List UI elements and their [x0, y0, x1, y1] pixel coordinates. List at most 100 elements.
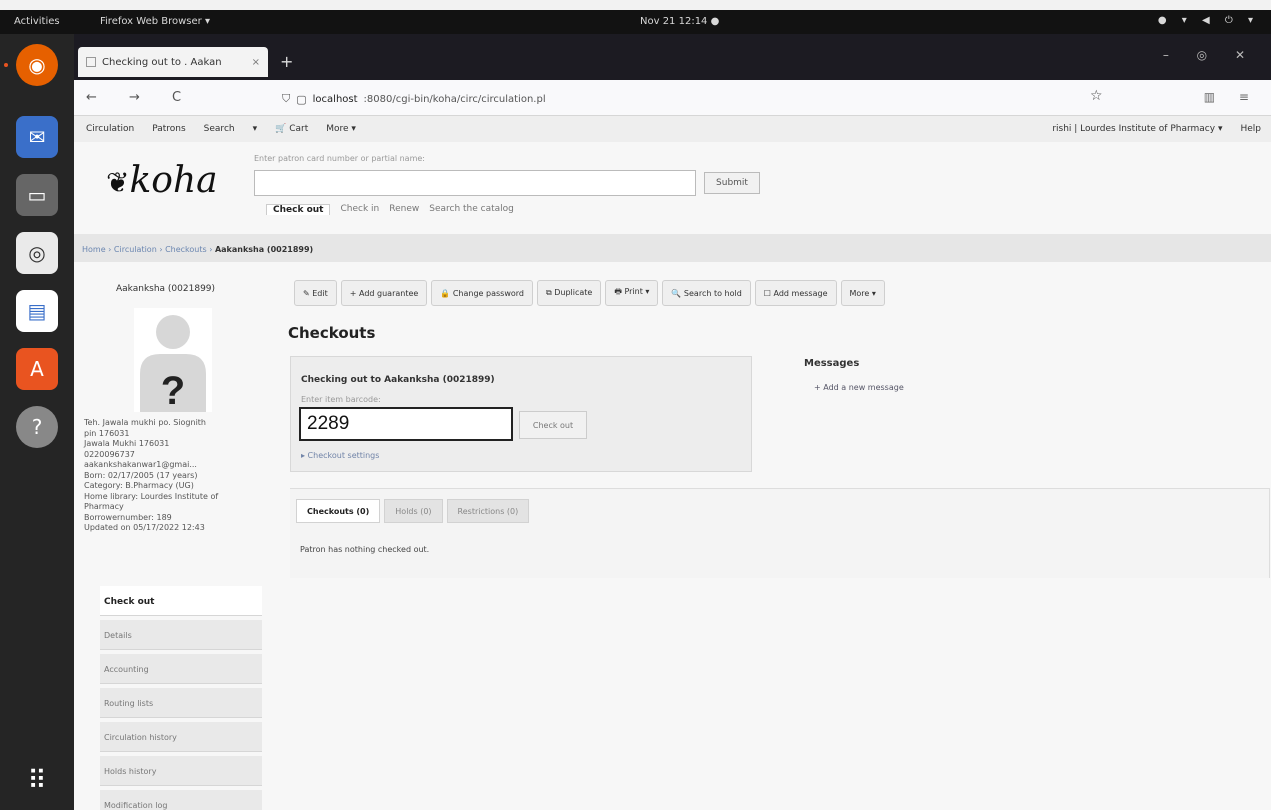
url-path: :8080/cgi-bin/koha/circ/circulation.pl [363, 93, 546, 105]
add-guarantee-button[interactable]: + Add guarantee [340, 280, 428, 306]
koha-logo-text: koha [129, 160, 218, 201]
patron-toolbar: ✎ Edit + Add guarantee 🔒 Change password… [294, 280, 885, 308]
browser-nav-bar: ← → C ⛉ ▢ localhost :8080/cgi-bin/koha/ci… [74, 80, 1271, 116]
circulation-tabs-panel: Checkouts (0) Holds (0) Restrictions (0)… [290, 488, 1270, 578]
duplicate-button[interactable]: ⧉ Duplicate [536, 280, 602, 306]
barcode-label: Enter item barcode: [301, 395, 381, 404]
breadcrumb-circulation[interactable]: Circulation [114, 245, 157, 254]
side-menu-modification-log[interactable]: Modification log [100, 790, 262, 810]
checkout-form: Checking out to Aakanksha (0021899) Ente… [290, 356, 752, 472]
clock[interactable]: Nov 21 12:14 ● [640, 16, 719, 27]
tab-check-out[interactable]: Check out [266, 204, 331, 215]
side-menu-details[interactable]: Details [100, 620, 262, 650]
svg-text:?: ? [161, 369, 185, 412]
url-bar[interactable]: ⛉ ▢ localhost :8080/cgi-bin/koha/circ/cir… [282, 88, 1152, 110]
page-info-icon[interactable]: ▢ [296, 93, 306, 106]
koha-page: Circulation Patrons Search ▾ 🛒 Cart More… [74, 116, 1271, 810]
patron-avatar-icon[interactable]: ? [134, 308, 212, 412]
nav-cart[interactable]: 🛒 Cart [275, 124, 308, 134]
nav-more[interactable]: More ▾ [326, 124, 356, 134]
checkout-heading: Checking out to Aakanksha (0021899) [301, 375, 495, 385]
window-controls[interactable]: – ◎ ✕ [1163, 48, 1257, 62]
breadcrumb-current: Aakanksha (0021899) [214, 245, 314, 254]
nav-help[interactable]: Help [1240, 124, 1261, 134]
main-content: ✎ Edit + Add guarantee 🔒 Change password… [264, 262, 1271, 810]
screen: Activities Firefox Web Browser ▾ Nov 21 … [0, 0, 1271, 810]
patron-search-input[interactable] [254, 170, 696, 196]
patron-home-library: Home library: Lourdes Institute of [84, 491, 219, 501]
rhythmbox-icon[interactable]: ◎ [16, 232, 58, 274]
bookmark-star-icon[interactable]: ☆ [1090, 88, 1103, 104]
checkouts-empty-message: Patron has nothing checked out. [300, 545, 430, 554]
firefox-icon[interactable]: ◉ [16, 44, 58, 86]
tab-holds[interactable]: Holds (0) [384, 499, 443, 523]
koha-leaf-icon: ❦ [106, 166, 130, 199]
patron-side-menu: Check out Details Accounting Routing lis… [100, 586, 262, 810]
activities-button[interactable]: Activities [14, 16, 60, 27]
edit-button[interactable]: ✎ Edit [294, 280, 337, 306]
active-indicator [4, 63, 8, 67]
tab-check-in[interactable]: Check in [340, 204, 379, 215]
logged-in-user[interactable]: rishi | Lourdes Institute of Pharmacy ▾ [1052, 124, 1222, 134]
breadcrumb-separator: › [159, 245, 163, 254]
writer-icon[interactable]: ▤ [16, 290, 58, 332]
check-out-button[interactable]: Check out [519, 411, 587, 439]
app-menu[interactable]: Firefox Web Browser ▾ [100, 16, 210, 27]
more-button[interactable]: More ▾ [840, 280, 885, 306]
side-menu-routing-lists[interactable]: Routing lists [100, 688, 262, 718]
help-icon[interactable]: ? [16, 406, 58, 448]
nav-circulation[interactable]: Circulation [86, 124, 134, 134]
system-tray[interactable]: ● ▾ ◀ ⏻ ▾ [1158, 15, 1259, 26]
side-menu-check-out[interactable]: Check out [100, 586, 262, 616]
new-tab-button[interactable]: + [280, 52, 293, 71]
patron-born: Born: 02/17/2005 (17 years) [84, 470, 198, 480]
browser-menu-icons[interactable]: ▥ ≡ [1204, 90, 1259, 104]
system-top-bar: Activities Firefox Web Browser ▾ Nov 21 … [0, 10, 1271, 34]
browser-tab[interactable]: Checking out to . Aakan × [78, 47, 268, 77]
koha-logo[interactable]: ❦koha [106, 160, 218, 201]
add-message-button[interactable]: ☐ Add message [754, 280, 837, 306]
patron-updated: Updated on 05/17/2022 12:43 [84, 523, 205, 532]
barcode-input[interactable]: 2289 [299, 407, 513, 441]
messages-heading: Messages [804, 358, 860, 369]
patron-email[interactable]: aakankshakanwar1@gmai... [84, 460, 260, 471]
breadcrumb-home[interactable]: Home [82, 245, 106, 254]
nav-search[interactable]: Search [204, 124, 235, 134]
search-to-hold-button[interactable]: 🔍 Search to hold [662, 280, 751, 306]
show-apps-icon[interactable]: ⠿ [16, 760, 58, 802]
software-icon[interactable]: A [16, 348, 58, 390]
add-message-link[interactable]: + Add a new message [814, 383, 904, 392]
files-icon[interactable]: ▭ [16, 174, 58, 216]
patron-info: Teh. Jawala mukhi po. Siognith pin 17603… [84, 418, 260, 534]
patron-phone: 0220096737 [84, 449, 135, 459]
tab-search-catalog[interactable]: Search the catalog [429, 204, 514, 215]
print-button[interactable]: 🖶 Print ▾ [605, 280, 659, 306]
breadcrumb-checkouts[interactable]: Checkouts [165, 245, 207, 254]
page-title: Checkouts [288, 324, 376, 342]
breadcrumb-separator: › [108, 245, 112, 254]
side-menu-circulation-history[interactable]: Circulation history [100, 722, 262, 752]
patron-address-line: Teh. Jawala mukhi po. Siognith [84, 418, 207, 427]
nav-buttons[interactable]: ← → C [86, 90, 195, 105]
tab-restrictions[interactable]: Restrictions (0) [446, 499, 530, 523]
patron-category: Category: B.Pharmacy (UG) [84, 481, 194, 490]
search-tabs: Check out Check in Renew Search the cata… [266, 204, 514, 215]
messages-section: Messages + Add a new message [804, 358, 904, 392]
tab-checkouts[interactable]: Checkouts (0) [296, 499, 381, 523]
nav-search-dropdown[interactable]: ▾ [253, 124, 258, 134]
patron-sidebar: Aakanksha (0021899) ? Teh. Jawala mukhi … [74, 262, 264, 810]
shield-icon: ⛉ [282, 92, 291, 105]
url-host: localhost [312, 93, 358, 105]
close-tab-icon[interactable]: × [252, 57, 260, 68]
patron-name: Aakanksha (0021899) [116, 284, 216, 294]
tab-renew[interactable]: Renew [389, 204, 419, 215]
change-password-button[interactable]: 🔒 Change password [431, 280, 533, 306]
browser-tab-title: Checking out to . Aakan [102, 56, 222, 68]
search-submit-button[interactable]: Submit [704, 172, 760, 194]
thunderbird-icon[interactable]: ✉ [16, 116, 58, 158]
nav-patrons[interactable]: Patrons [152, 124, 185, 134]
side-menu-holds-history[interactable]: Holds history [100, 756, 262, 786]
side-menu-accounting[interactable]: Accounting [100, 654, 262, 684]
koha-navbar: Circulation Patrons Search ▾ 🛒 Cart More… [74, 116, 1271, 142]
checkout-settings-toggle[interactable]: ▸ Checkout settings [301, 451, 379, 460]
